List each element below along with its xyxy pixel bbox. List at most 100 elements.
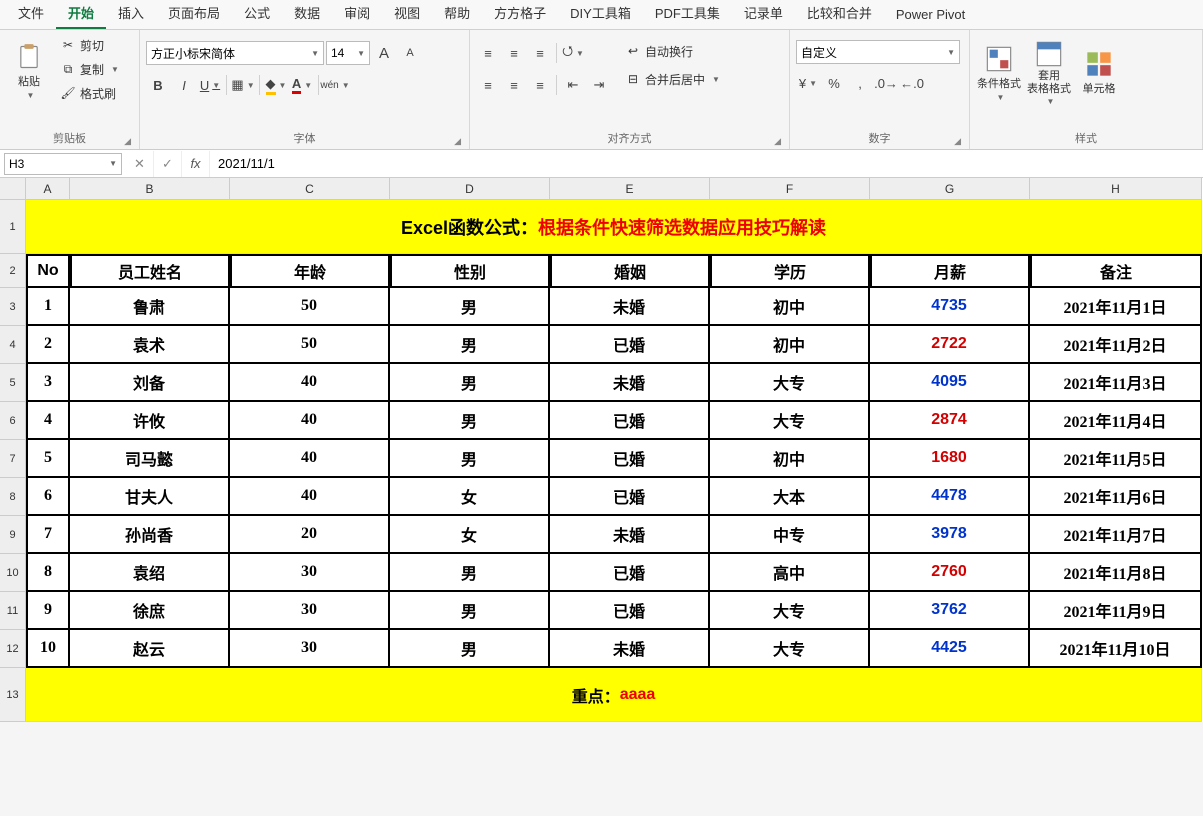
cell-C8[interactable]: 40 bbox=[230, 478, 390, 516]
copy-button[interactable]: ⧉复制▼ bbox=[56, 58, 123, 80]
cell-G9[interactable]: 3978 bbox=[870, 516, 1030, 554]
cell-A9[interactable]: 7 bbox=[26, 516, 70, 554]
cell-A8[interactable]: 6 bbox=[26, 478, 70, 516]
row-header-7[interactable]: 7 bbox=[0, 440, 26, 478]
cell-G6[interactable]: 2874 bbox=[870, 402, 1030, 440]
tab-12[interactable]: 记录单 bbox=[732, 0, 795, 29]
cell-C6[interactable]: 40 bbox=[230, 402, 390, 440]
cell-G4[interactable]: 2722 bbox=[870, 326, 1030, 364]
col-header-A[interactable]: A bbox=[26, 178, 70, 200]
cell-G10[interactable]: 2760 bbox=[870, 554, 1030, 592]
merge-center-button[interactable]: ⊟合并后居中▼ bbox=[621, 68, 724, 90]
cell-D8[interactable]: 女 bbox=[390, 478, 550, 516]
pinyin-button[interactable]: wén▼ bbox=[323, 73, 347, 97]
row-header-4[interactable]: 4 bbox=[0, 326, 26, 364]
conditional-format-button[interactable]: 条件格式▼ bbox=[976, 36, 1022, 110]
tab-5[interactable]: 数据 bbox=[282, 0, 332, 29]
cell-A6[interactable]: 4 bbox=[26, 402, 70, 440]
worksheet-grid[interactable]: ABCDEFGH 1Excel函数公式：根据条件快速筛选数据应用技巧解读2No员… bbox=[0, 178, 1203, 722]
format-painter-button[interactable]: 🖌格式刷 bbox=[56, 82, 123, 104]
insert-function-button[interactable]: fx bbox=[182, 151, 210, 177]
cancel-formula-button[interactable]: ✕ bbox=[126, 151, 154, 177]
tab-6[interactable]: 审阅 bbox=[332, 0, 382, 29]
cell-G3[interactable]: 4735 bbox=[870, 288, 1030, 326]
cell-C5[interactable]: 40 bbox=[230, 364, 390, 402]
cell-B6[interactable]: 许攸 bbox=[70, 402, 230, 440]
dialog-launcher-icon[interactable]: ◢ bbox=[454, 136, 461, 147]
col-header-F[interactable]: F bbox=[710, 178, 870, 200]
cell-F7[interactable]: 初中 bbox=[710, 440, 870, 478]
cell-B11[interactable]: 徐庶 bbox=[70, 592, 230, 630]
cell-G5[interactable]: 4095 bbox=[870, 364, 1030, 402]
cell-E5[interactable]: 未婚 bbox=[550, 364, 710, 402]
comma-button[interactable]: , bbox=[848, 71, 872, 95]
cell-A7[interactable]: 5 bbox=[26, 440, 70, 478]
cell-F10[interactable]: 高中 bbox=[710, 554, 870, 592]
align-top-button[interactable]: ≡ bbox=[476, 41, 500, 65]
dialog-launcher-icon[interactable]: ◢ bbox=[954, 136, 961, 147]
row-header-8[interactable]: 8 bbox=[0, 478, 26, 516]
row-header-10[interactable]: 10 bbox=[0, 554, 26, 592]
align-left-button[interactable]: ≡ bbox=[476, 73, 500, 97]
row-header-2[interactable]: 2 bbox=[0, 254, 26, 288]
cell-H12[interactable]: 2021年11月10日 bbox=[1030, 630, 1202, 668]
cell-H9[interactable]: 2021年11月7日 bbox=[1030, 516, 1202, 554]
cell-H10[interactable]: 2021年11月8日 bbox=[1030, 554, 1202, 592]
cell-A4[interactable]: 2 bbox=[26, 326, 70, 364]
decrease-font-button[interactable]: A bbox=[398, 41, 422, 65]
cell-H6[interactable]: 2021年11月4日 bbox=[1030, 402, 1202, 440]
row-header-13[interactable]: 13 bbox=[0, 668, 26, 722]
header-C[interactable]: 年龄 bbox=[230, 254, 390, 288]
number-format-combo[interactable]: 自定义▼ bbox=[796, 40, 960, 64]
cell-E11[interactable]: 已婚 bbox=[550, 592, 710, 630]
cut-button[interactable]: ✂剪切 bbox=[56, 34, 123, 56]
cell-C7[interactable]: 40 bbox=[230, 440, 390, 478]
cell-H8[interactable]: 2021年11月6日 bbox=[1030, 478, 1202, 516]
percent-button[interactable]: % bbox=[822, 71, 846, 95]
row-header-5[interactable]: 5 bbox=[0, 364, 26, 402]
cell-E12[interactable]: 未婚 bbox=[550, 630, 710, 668]
align-middle-button[interactable]: ≡ bbox=[502, 41, 526, 65]
cell-B9[interactable]: 孙尚香 bbox=[70, 516, 230, 554]
header-D[interactable]: 性别 bbox=[390, 254, 550, 288]
cell-C4[interactable]: 50 bbox=[230, 326, 390, 364]
tab-9[interactable]: 方方格子 bbox=[482, 0, 558, 29]
orientation-button[interactable]: ⭯▼ bbox=[561, 41, 585, 65]
header-B[interactable]: 员工姓名 bbox=[70, 254, 230, 288]
cell-D10[interactable]: 男 bbox=[390, 554, 550, 592]
increase-indent-button[interactable]: ⇥ bbox=[587, 73, 611, 97]
col-header-B[interactable]: B bbox=[70, 178, 230, 200]
align-right-button[interactable]: ≡ bbox=[528, 73, 552, 97]
cell-E7[interactable]: 已婚 bbox=[550, 440, 710, 478]
increase-decimal-button[interactable]: .0→ bbox=[874, 71, 898, 95]
tab-0[interactable]: 文件 bbox=[6, 0, 56, 29]
cell-C11[interactable]: 30 bbox=[230, 592, 390, 630]
align-bottom-button[interactable]: ≡ bbox=[528, 41, 552, 65]
cell-F12[interactable]: 大专 bbox=[710, 630, 870, 668]
cell-E4[interactable]: 已婚 bbox=[550, 326, 710, 364]
cell-styles-button[interactable]: 单元格 bbox=[1076, 36, 1122, 110]
cell-H3[interactable]: 2021年11月1日 bbox=[1030, 288, 1202, 326]
border-button[interactable]: ▦▼ bbox=[231, 73, 255, 97]
tab-7[interactable]: 视图 bbox=[382, 0, 432, 29]
cell-B12[interactable]: 赵云 bbox=[70, 630, 230, 668]
paste-button[interactable]: 粘贴 ▼ bbox=[6, 34, 52, 108]
cell-E9[interactable]: 未婚 bbox=[550, 516, 710, 554]
tab-8[interactable]: 帮助 bbox=[432, 0, 482, 29]
select-all-corner[interactable] bbox=[0, 178, 26, 200]
italic-button[interactable]: I bbox=[172, 73, 196, 97]
cell-E6[interactable]: 已婚 bbox=[550, 402, 710, 440]
col-header-D[interactable]: D bbox=[390, 178, 550, 200]
increase-font-button[interactable]: A bbox=[372, 41, 396, 65]
tab-10[interactable]: DIY工具箱 bbox=[558, 0, 643, 29]
cell-G8[interactable]: 4478 bbox=[870, 478, 1030, 516]
cell-D7[interactable]: 男 bbox=[390, 440, 550, 478]
row-header-11[interactable]: 11 bbox=[0, 592, 26, 630]
cell-H11[interactable]: 2021年11月9日 bbox=[1030, 592, 1202, 630]
cell-B5[interactable]: 刘备 bbox=[70, 364, 230, 402]
cell-D12[interactable]: 男 bbox=[390, 630, 550, 668]
cell-F11[interactable]: 大专 bbox=[710, 592, 870, 630]
col-header-C[interactable]: C bbox=[230, 178, 390, 200]
cell-B4[interactable]: 袁术 bbox=[70, 326, 230, 364]
tab-11[interactable]: PDF工具集 bbox=[643, 0, 732, 29]
